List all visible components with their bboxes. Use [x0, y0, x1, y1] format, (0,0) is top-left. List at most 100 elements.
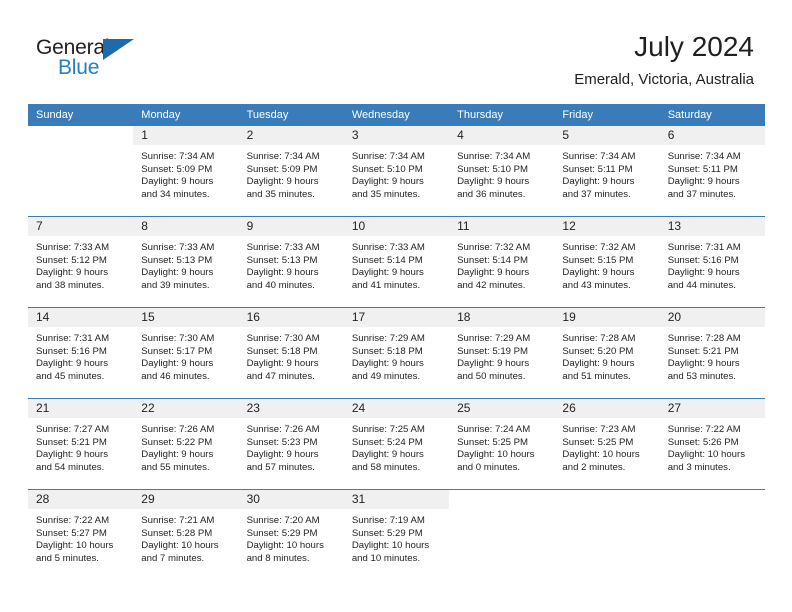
day-cell-inner: 10 Sunrise: 7:33 AM Sunset: 5:14 PM Dayligh… [343, 217, 450, 307]
calendar-day-cell[interactable]: 7 Sunrise: 7:33 AM Sunset: 5:12 PM Daylight… [28, 216, 134, 308]
calendar-day-cell[interactable]: 20 Sunrise: 7:28 AM Sunset: 5:21 PM Dayligh… [659, 307, 765, 399]
calendar-day-cell[interactable]: 2 Sunrise: 7:34 AM Sunset: 5:09 PM Daylight… [238, 126, 344, 217]
day-cell-inner: 21 Sunrise: 7:27 AM Sunset: 5:21 PM Dayligh… [28, 399, 134, 489]
detail-sunrise: Sunrise: 7:29 AM [351, 333, 425, 344]
detail-daylight-line2: and 42 minutes. [457, 279, 526, 291]
detail-sunrise: Sunrise: 7:32 AM [562, 242, 636, 253]
day-number: 1 [133, 126, 239, 145]
calendar-day-cell[interactable]: 3 Sunrise: 7:34 AM Sunset: 5:10 PM Daylight… [343, 126, 450, 217]
detail-sunset: Sunset: 5:11 PM [562, 163, 633, 175]
calendar-day-cell[interactable]: 23 Sunrise: 7:26 AM Sunset: 5:23 PM Dayligh… [238, 398, 344, 490]
day-number [660, 490, 765, 509]
weekday-header-thursday: Thursday [449, 104, 555, 126]
calendar-day-cell[interactable]: 9 Sunrise: 7:33 AM Sunset: 5:13 PM Daylight… [238, 216, 344, 308]
detail-daylight-line1: Daylight: 9 hours [667, 358, 740, 370]
calendar-page: General Blue July 2024 Emerald, Victoria… [0, 0, 792, 612]
detail-sunrise: Sunrise: 7:22 AM [667, 424, 741, 435]
day-number: 22 [133, 399, 239, 418]
detail-daylight-line1: Daylight: 9 hours [36, 267, 108, 279]
day-cell-inner: 2 Sunrise: 7:34 AM Sunset: 5:09 PM Daylight… [238, 126, 344, 216]
calendar-day-cell[interactable]: 31 Sunrise: 7:19 AM Sunset: 5:29 PM Dayligh… [343, 489, 450, 580]
detail-daylight-line2: and 37 minutes. [667, 188, 736, 200]
calendar-day-cell[interactable]: 29 Sunrise: 7:21 AM Sunset: 5:28 PM Dayligh… [133, 489, 239, 580]
detail-sunrise: Sunrise: 7:27 AM [36, 424, 110, 435]
day-cell-inner: 16 Sunrise: 7:30 AM Sunset: 5:18 PM Dayligh… [238, 308, 344, 398]
day-details: Sunrise: 7:30 AM Sunset: 5:17 PM Daylight:… [133, 327, 238, 383]
day-details: Sunrise: 7:34 AM Sunset: 5:11 PM Daylight:… [554, 145, 659, 201]
calendar-day-cell[interactable]: 16 Sunrise: 7:30 AM Sunset: 5:18 PM Dayligh… [238, 307, 344, 399]
calendar-week-row: 1 Sunrise: 7:34 AM Sunset: 5:09 PM Daylight… [28, 126, 765, 217]
calendar-day-cell[interactable]: 30 Sunrise: 7:20 AM Sunset: 5:29 PM Dayligh… [238, 489, 344, 580]
calendar-day-cell[interactable]: 26 Sunrise: 7:23 AM Sunset: 5:25 PM Dayligh… [554, 398, 660, 490]
calendar-day-cell[interactable]: 11 Sunrise: 7:32 AM Sunset: 5:14 PM Dayligh… [449, 216, 555, 308]
calendar-day-cell[interactable]: 17 Sunrise: 7:29 AM Sunset: 5:18 PM Dayligh… [343, 307, 450, 399]
detail-sunset: Sunset: 5:12 PM [36, 254, 107, 266]
day-number: 27 [659, 399, 765, 418]
day-cell-inner: 12 Sunrise: 7:32 AM Sunset: 5:15 PM Dayligh… [554, 217, 660, 307]
weekday-header-friday: Friday [554, 104, 660, 126]
detail-daylight-line1: Daylight: 9 hours [246, 267, 319, 279]
day-cell-inner: 13 Sunrise: 7:31 AM Sunset: 5:16 PM Dayligh… [659, 217, 765, 307]
detail-sunset: Sunset: 5:21 PM [667, 345, 739, 357]
day-cell-inner: 23 Sunrise: 7:26 AM Sunset: 5:23 PM Dayligh… [238, 399, 344, 489]
calendar-day-cell[interactable]: 10 Sunrise: 7:33 AM Sunset: 5:14 PM Dayligh… [343, 216, 450, 308]
detail-sunset: Sunset: 5:16 PM [36, 345, 107, 357]
calendar-day-cell[interactable]: 24 Sunrise: 7:25 AM Sunset: 5:24 PM Dayligh… [343, 398, 450, 490]
detail-daylight-line2: and 55 minutes. [141, 461, 210, 473]
day-number: 21 [28, 399, 134, 418]
day-number: 12 [554, 217, 660, 236]
day-details: Sunrise: 7:34 AM Sunset: 5:09 PM Daylight:… [239, 145, 344, 201]
day-number: 20 [659, 308, 765, 327]
calendar-day-cell[interactable]: 8 Sunrise: 7:33 AM Sunset: 5:13 PM Daylight… [133, 216, 239, 308]
detail-sunset: Sunset: 5:25 PM [562, 436, 634, 448]
calendar-day-cell[interactable]: 4 Sunrise: 7:34 AM Sunset: 5:10 PM Daylight… [449, 126, 555, 217]
day-number: 19 [554, 308, 660, 327]
title-block: July 2024 Emerald, Victoria, Australia [574, 30, 754, 89]
detail-daylight-line2: and 35 minutes. [351, 188, 421, 200]
calendar-day-cell[interactable]: 19 Sunrise: 7:28 AM Sunset: 5:20 PM Dayligh… [554, 307, 660, 399]
detail-sunrise: Sunrise: 7:33 AM [246, 242, 320, 253]
detail-daylight-line2: and 46 minutes. [141, 370, 210, 382]
calendar-day-cell[interactable]: 1 Sunrise: 7:34 AM Sunset: 5:09 PM Daylight… [133, 126, 239, 217]
detail-daylight-line2: and 47 minutes. [246, 370, 315, 382]
day-details: Sunrise: 7:31 AM Sunset: 5:16 PM Daylight:… [28, 327, 133, 383]
calendar-day-cell[interactable]: 22 Sunrise: 7:26 AM Sunset: 5:22 PM Dayligh… [133, 398, 239, 490]
day-cell-inner: 27 Sunrise: 7:22 AM Sunset: 5:26 PM Dayligh… [659, 399, 765, 489]
calendar-day-cell[interactable]: 18 Sunrise: 7:29 AM Sunset: 5:19 PM Dayligh… [449, 307, 555, 399]
calendar-day-cell[interactable]: 14 Sunrise: 7:31 AM Sunset: 5:16 PM Dayligh… [28, 307, 134, 399]
calendar-day-cell[interactable]: 21 Sunrise: 7:27 AM Sunset: 5:21 PM Dayligh… [28, 398, 134, 490]
detail-daylight-line2: and 50 minutes. [457, 370, 526, 382]
calendar-day-cell[interactable]: 5 Sunrise: 7:34 AM Sunset: 5:11 PM Daylight… [554, 126, 660, 217]
detail-sunset: Sunset: 5:22 PM [141, 436, 213, 448]
detail-daylight-line2: and 38 minutes. [36, 279, 105, 291]
calendar-day-cell[interactable]: 12 Sunrise: 7:32 AM Sunset: 5:15 PM Dayligh… [554, 216, 660, 308]
detail-daylight-line2: and 41 minutes. [351, 279, 421, 291]
detail-sunset: Sunset: 5:26 PM [667, 436, 739, 448]
calendar-day-cell[interactable]: 6 Sunrise: 7:34 AM Sunset: 5:11 PM Daylight… [659, 126, 765, 217]
detail-sunset: Sunset: 5:14 PM [351, 254, 423, 266]
weekday-header-monday: Monday [133, 104, 239, 126]
calendar-cell-empty [28, 126, 134, 217]
detail-daylight-line1: Daylight: 9 hours [351, 358, 424, 370]
detail-daylight-line2: and 34 minutes. [141, 188, 210, 200]
detail-daylight-line1: Daylight: 9 hours [246, 358, 319, 370]
detail-daylight-line1: Daylight: 9 hours [141, 267, 214, 279]
detail-daylight-line1: Daylight: 9 hours [457, 176, 530, 188]
calendar-day-cell[interactable]: 25 Sunrise: 7:24 AM Sunset: 5:25 PM Dayligh… [449, 398, 555, 490]
calendar-day-cell[interactable]: 13 Sunrise: 7:31 AM Sunset: 5:16 PM Dayligh… [659, 216, 765, 308]
detail-sunset: Sunset: 5:19 PM [457, 345, 529, 357]
day-cell-inner: 4 Sunrise: 7:34 AM Sunset: 5:10 PM Daylight… [449, 126, 555, 216]
detail-daylight-line1: Daylight: 10 hours [562, 449, 640, 461]
detail-sunrise: Sunrise: 7:21 AM [141, 515, 215, 526]
detail-sunset: Sunset: 5:16 PM [667, 254, 739, 266]
detail-sunrise: Sunrise: 7:24 AM [457, 424, 531, 435]
day-number: 18 [449, 308, 555, 327]
detail-daylight-line1: Daylight: 9 hours [457, 267, 530, 279]
detail-daylight-line2: and 36 minutes. [457, 188, 526, 200]
calendar-day-cell[interactable]: 15 Sunrise: 7:30 AM Sunset: 5:17 PM Dayligh… [133, 307, 239, 399]
day-details: Sunrise: 7:27 AM Sunset: 5:21 PM Daylight:… [28, 418, 133, 474]
calendar-day-cell[interactable]: 27 Sunrise: 7:22 AM Sunset: 5:26 PM Dayligh… [659, 398, 765, 490]
location-subtitle: Emerald, Victoria, Australia [574, 71, 754, 88]
calendar-day-cell[interactable]: 28 Sunrise: 7:22 AM Sunset: 5:27 PM Dayligh… [28, 489, 134, 580]
day-cell-inner: 15 Sunrise: 7:30 AM Sunset: 5:17 PM Dayligh… [133, 308, 239, 398]
